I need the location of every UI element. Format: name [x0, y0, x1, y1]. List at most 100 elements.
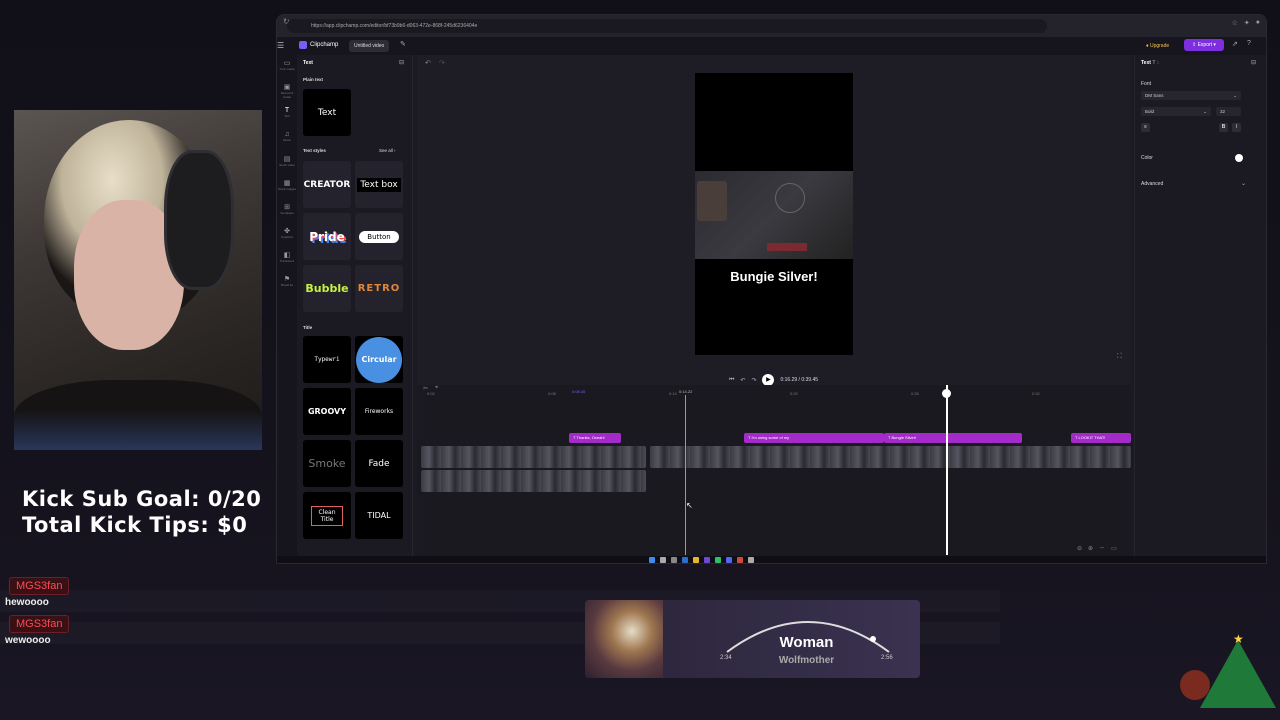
discord-icon[interactable] — [726, 557, 732, 563]
playhead[interactable] — [946, 385, 948, 555]
upgrade-button[interactable]: ♦ Upgrade — [1143, 40, 1172, 52]
file-explorer-icon[interactable] — [693, 557, 699, 563]
rewind-icon[interactable]: ↶ — [740, 377, 745, 384]
hamburger-menu-icon[interactable]: ☰ — [277, 41, 284, 50]
title-tile-tidal[interactable]: TIDAL — [355, 492, 403, 539]
zoom-controls: ⊖ ⊕ ⇔ ▭ — [1077, 545, 1117, 552]
rail-item-transitions[interactable]: ◧ Transitions — [277, 251, 297, 263]
rail-item-folder[interactable]: ▭ Your media — [277, 59, 297, 71]
advanced-toggle[interactable]: Advanced — [1141, 181, 1163, 187]
text-clip[interactable]: T Thanks, Oceah! — [569, 433, 621, 443]
app-icon[interactable] — [748, 557, 754, 563]
marker-time: 0:14.22 — [679, 389, 693, 394]
ruler-tick-label: 0:08 — [548, 391, 556, 396]
sub-goal: Kick Sub Goal: 0/20 — [22, 487, 262, 511]
brand-kit-icon: ⚑ — [283, 276, 291, 283]
graphics-icon: ✤ — [284, 228, 290, 235]
project-name[interactable]: Untitled video — [349, 40, 390, 52]
playhead-handle[interactable] — [942, 389, 951, 398]
title-tile-typewriter[interactable]: Typewri — [303, 336, 351, 383]
rail-item-text[interactable]: T Text — [277, 107, 297, 118]
style-tile-text-box[interactable]: Text box — [355, 161, 403, 208]
rail-item-music[interactable]: ♫ Music — [277, 131, 297, 142]
rail-item-graphics[interactable]: ✤ Graphics — [277, 227, 297, 239]
fullscreen-icon[interactable]: ⛶ — [1117, 353, 1122, 361]
export-button[interactable]: ⇪ Export ▾ — [1184, 39, 1224, 51]
video-clip[interactable] — [650, 446, 1131, 468]
rail-item-brand-kit[interactable]: ⚑ Brand kit — [277, 275, 297, 287]
bold-button[interactable]: B — [1219, 123, 1228, 132]
see-all-link[interactable]: See all › — [379, 148, 396, 153]
title-tile-smoke[interactable]: Smoke — [303, 440, 351, 487]
timeline-ruler[interactable]: 0:02 0:08 0:14 0:20 0:26 0:32 — [417, 387, 1131, 399]
store-icon[interactable] — [704, 557, 710, 563]
color-label: Color — [1141, 155, 1153, 161]
help-icon[interactable]: ? — [1247, 40, 1251, 47]
text-clip[interactable]: T LOOKIT THAT! — [1071, 433, 1131, 443]
text-icon: T — [284, 107, 290, 114]
search-icon[interactable] — [660, 557, 666, 563]
style-tile-bubble[interactable]: Bubble — [303, 265, 351, 312]
skip-back-icon[interactable]: ⏮ — [729, 377, 734, 384]
style-tile-button[interactable]: Button — [355, 213, 403, 260]
app-header: ☰ Clipchamp Untitled video ✎ ♦ Upgrade ⇪… — [277, 37, 1266, 55]
audio-video-clip[interactable] — [421, 470, 646, 492]
bookmark-icon[interactable]: ☆ — [1232, 19, 1238, 27]
timeline[interactable]: ✂ ⌖ 0:02 0:08 0:14 0:20 0:26 0:32 0:08.45 0:1… — [417, 385, 1131, 563]
magic-edit-icon[interactable]: ✎ — [400, 40, 406, 48]
ruler-tick-label: 0:14 — [669, 391, 677, 396]
undo-icon[interactable]: ↶ — [425, 59, 431, 67]
text-clip[interactable]: T Bungie Silver! — [884, 433, 1022, 443]
stock-video-icon: ▤ — [283, 156, 291, 163]
title-tile-fade[interactable]: Fade — [355, 440, 403, 487]
redo-icon[interactable]: ↷ — [439, 59, 445, 67]
forward-icon[interactable]: ↷ — [751, 377, 756, 384]
app-icon[interactable] — [737, 557, 743, 563]
plain-text-tile[interactable]: Text — [303, 89, 351, 136]
rail-item-record[interactable]: ▣ Record & create — [277, 83, 297, 99]
expand-timeline-icon[interactable]: ▭ — [1111, 545, 1117, 552]
video-preview[interactable]: Bungie Silver! — [695, 73, 853, 355]
properties-tab-text[interactable]: Text T ↕ — [1141, 60, 1159, 66]
profile-icon[interactable]: ● — [1256, 19, 1260, 27]
style-tile-pride[interactable]: Pride — [303, 213, 351, 260]
font-select[interactable]: DM Sans ⌄ — [1141, 91, 1241, 100]
start-icon[interactable] — [649, 557, 655, 563]
chevron-down-icon[interactable]: ⌄ — [1241, 180, 1246, 187]
title-tile-circular[interactable]: Circular — [355, 336, 403, 383]
plain-text-heading: Plain text — [303, 77, 324, 82]
align-icon[interactable]: ≡ — [1141, 123, 1150, 132]
color-swatch[interactable] — [1235, 154, 1243, 162]
italic-button[interactable]: I — [1232, 123, 1241, 132]
rail-item-templates[interactable]: ⊞ Templates — [277, 203, 297, 215]
style-tile-creator[interactable]: CREATOR — [303, 161, 351, 208]
preview-caption[interactable]: Bungie Silver! — [695, 269, 853, 284]
title-tile-clean-title[interactable]: Clean Title — [303, 492, 351, 539]
transitions-icon: ◧ — [283, 252, 291, 259]
share-icon[interactable]: ⇗ — [1232, 40, 1238, 48]
album-art — [585, 600, 663, 678]
font-size-select[interactable]: 32 — [1216, 107, 1241, 116]
spotify-icon[interactable] — [715, 557, 721, 563]
collapse-panel-icon[interactable]: ⊟ — [399, 59, 404, 66]
song-total: 2:56 — [881, 655, 893, 661]
extensions-icon[interactable]: ✦ — [1244, 19, 1250, 27]
edge-icon[interactable] — [682, 557, 688, 563]
text-clip[interactable]: T I'm using some of my — [744, 433, 884, 443]
video-clip[interactable] — [421, 446, 646, 468]
chat-message: MGS3fan wewoooo — [5, 614, 285, 646]
ruler-tick-label: 0:02 — [427, 391, 435, 396]
font-weight-select[interactable]: Bold ⌄ — [1141, 107, 1211, 116]
rail-item-stock-images[interactable]: ▦ Stock images — [277, 179, 297, 191]
fit-icon[interactable]: ⇔ — [1099, 545, 1105, 552]
app-logo[interactable]: Clipchamp — [299, 41, 338, 49]
zoom-out-icon[interactable]: ⊖ — [1077, 545, 1082, 552]
address-bar[interactable]: https://app.clipchamp.com/editor/bf73b9b… — [287, 19, 1047, 33]
style-tile-retro[interactable]: RETRO — [355, 265, 403, 312]
task-view-icon[interactable] — [671, 557, 677, 563]
zoom-in-icon[interactable]: ⊕ — [1088, 545, 1093, 552]
title-tile-groovy[interactable]: GROOVY — [303, 388, 351, 435]
rail-item-stock-video[interactable]: ▤ Stock video — [277, 155, 297, 167]
title-tile-fireworks[interactable]: Fireworks — [355, 388, 403, 435]
collapse-properties-icon[interactable]: ⊟ — [1251, 59, 1256, 66]
